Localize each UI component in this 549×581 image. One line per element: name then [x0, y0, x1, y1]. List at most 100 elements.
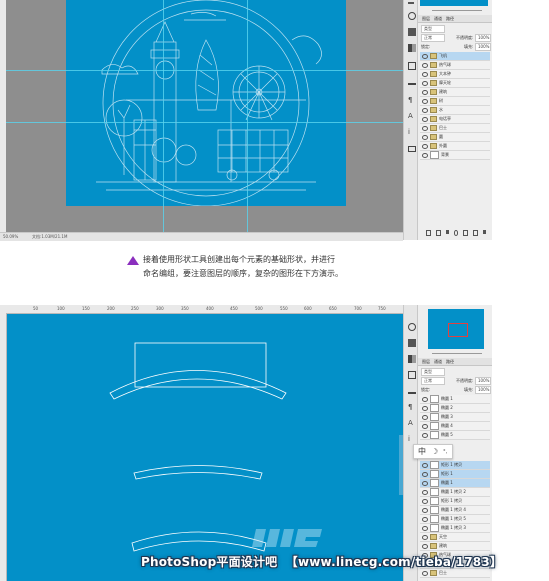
moon-icon[interactable]: ☽ — [431, 447, 438, 456]
adjustments-icon[interactable] — [408, 371, 416, 379]
layer-row-group[interactable]: 水 — [420, 106, 490, 115]
layer-row[interactable]: 椭圆 1 拷贝 4 — [420, 506, 490, 515]
paragraph-icon[interactable]: ¶ — [408, 96, 416, 104]
navigator-thumbnail[interactable] — [420, 0, 488, 6]
eye-icon[interactable] — [422, 134, 428, 140]
link-icon[interactable] — [426, 230, 431, 236]
eye-icon[interactable] — [422, 396, 428, 402]
opacity-field[interactable]: 100% — [475, 377, 491, 385]
ime-punctuation[interactable]: °, — [443, 449, 447, 455]
ime-status-popup[interactable]: 中 ☽ °, — [413, 444, 453, 459]
new-group-icon[interactable] — [463, 230, 469, 236]
collapse-arrow-icon[interactable] — [408, 2, 414, 8]
eye-icon[interactable] — [422, 71, 428, 77]
eye-icon[interactable] — [422, 405, 428, 411]
eye-icon[interactable] — [422, 471, 428, 477]
eye-icon[interactable] — [422, 432, 428, 438]
layer-row[interactable]: 椭圆 1 拷贝 3 — [420, 524, 490, 533]
eye-icon[interactable] — [422, 507, 428, 513]
tab-layers[interactable]: 图层 — [422, 16, 430, 22]
character-icon[interactable]: A — [408, 419, 416, 427]
layer-row-group[interactable]: 飞机 — [420, 52, 490, 61]
layer-row[interactable]: 椭圆 3 — [420, 413, 490, 422]
fx-icon[interactable] — [435, 230, 441, 236]
layer-row[interactable]: 椭圆 1 拷贝 5 — [420, 515, 490, 524]
layer-row-background[interactable]: 背景 — [420, 151, 490, 160]
navigator-zoom-slider[interactable] — [432, 10, 482, 11]
eye-icon[interactable] — [422, 489, 428, 495]
info-icon[interactable]: i — [408, 435, 416, 443]
trash-icon[interactable] — [483, 230, 487, 234]
eye-icon[interactable] — [422, 414, 428, 420]
adjustments-icon[interactable] — [408, 62, 416, 70]
swatches-icon[interactable] — [408, 44, 416, 52]
footer-url[interactable]: 【www.linecg.com/tieba/1783】 — [286, 555, 502, 569]
tab-paths[interactable]: 路径 — [446, 359, 454, 365]
tab-channels[interactable]: 通道 — [434, 359, 442, 365]
layer-row-group[interactable]: 树 — [420, 97, 490, 106]
eye-icon[interactable] — [422, 89, 428, 95]
tab-layers[interactable]: 图层 — [422, 359, 430, 365]
eye-icon[interactable] — [422, 53, 428, 59]
layer-kind-filter[interactable]: 类型 — [421, 25, 445, 33]
layer-row[interactable]: 椭圆 1 — [420, 395, 490, 404]
eye-icon[interactable] — [422, 116, 428, 122]
layer-row-group[interactable]: 电话亭 — [420, 115, 490, 124]
opacity-field[interactable]: 100% — [475, 34, 491, 42]
fill-field[interactable]: 100% — [475, 386, 491, 394]
layer-row[interactable]: 椭圆 5 — [420, 431, 490, 440]
layer-row-group[interactable]: 建筑 — [420, 88, 490, 97]
layer-row[interactable]: 椭圆 1 拷贝 2 — [420, 488, 490, 497]
layer-kind-filter[interactable]: 类型 — [421, 368, 445, 376]
tab-paths[interactable]: 路径 — [446, 16, 454, 22]
eye-icon[interactable] — [422, 423, 428, 429]
eye-icon[interactable] — [422, 98, 428, 104]
eye-icon[interactable] — [422, 534, 428, 540]
eye-icon[interactable] — [422, 143, 428, 149]
artboard-canvas[interactable] — [66, 0, 346, 206]
character-icon[interactable]: A — [408, 112, 416, 120]
color-icon[interactable] — [408, 28, 416, 36]
eye-icon[interactable] — [422, 152, 428, 158]
brush-icon[interactable] — [408, 387, 416, 394]
tab-channels[interactable]: 通道 — [434, 16, 442, 22]
eye-icon[interactable] — [422, 570, 428, 576]
eye-icon[interactable] — [422, 462, 428, 468]
layer-row-group[interactable]: 外圆 — [420, 142, 490, 151]
layer-row-group[interactable]: 天空 — [420, 533, 490, 542]
paragraph-icon[interactable]: ¶ — [408, 403, 416, 411]
adjustment-layer-icon[interactable] — [453, 230, 459, 236]
eye-icon[interactable] — [422, 525, 428, 531]
ime-mode-label[interactable]: 中 — [418, 446, 426, 457]
layer-row[interactable]: 椭圆 2 — [420, 404, 490, 413]
layer-row-group[interactable]: 建筑 — [420, 542, 490, 551]
layer-row-group[interactable]: 摩天轮 — [420, 79, 490, 88]
layer-row-group[interactable]: 巴士 — [420, 124, 490, 133]
brush-icon[interactable] — [408, 78, 416, 85]
zoom-level[interactable]: 50.09% — [3, 234, 18, 239]
layer-row-selected[interactable]: 矩形 1 — [420, 470, 490, 479]
tool-preset-icon[interactable] — [408, 146, 416, 152]
eye-icon[interactable] — [422, 62, 428, 68]
layer-row-group[interactable]: 大本钟 — [420, 70, 490, 79]
eye-icon[interactable] — [422, 107, 428, 113]
color-icon[interactable] — [408, 339, 416, 347]
history-icon[interactable] — [408, 323, 416, 331]
navigator-zoom-slider[interactable] — [432, 353, 482, 354]
eye-icon[interactable] — [422, 543, 428, 549]
new-layer-icon[interactable] — [473, 230, 479, 236]
mask-icon[interactable] — [445, 230, 449, 234]
navigator-view-box[interactable] — [448, 323, 468, 337]
blend-mode-select[interactable]: 正常 — [421, 377, 445, 385]
history-icon[interactable] — [408, 12, 416, 20]
info-icon[interactable]: i — [408, 128, 416, 136]
swatches-icon[interactable] — [408, 355, 416, 363]
layer-row[interactable]: 矩形 1 拷贝 — [420, 497, 490, 506]
eye-icon[interactable] — [422, 80, 428, 86]
layer-row-group[interactable]: 热气球 — [420, 61, 490, 70]
eye-icon[interactable] — [422, 480, 428, 486]
layer-row[interactable]: 椭圆 4 — [420, 422, 490, 431]
layer-row-group[interactable]: 巴士 — [420, 569, 490, 578]
eye-icon[interactable] — [422, 516, 428, 522]
fill-field[interactable]: 100% — [475, 43, 491, 51]
